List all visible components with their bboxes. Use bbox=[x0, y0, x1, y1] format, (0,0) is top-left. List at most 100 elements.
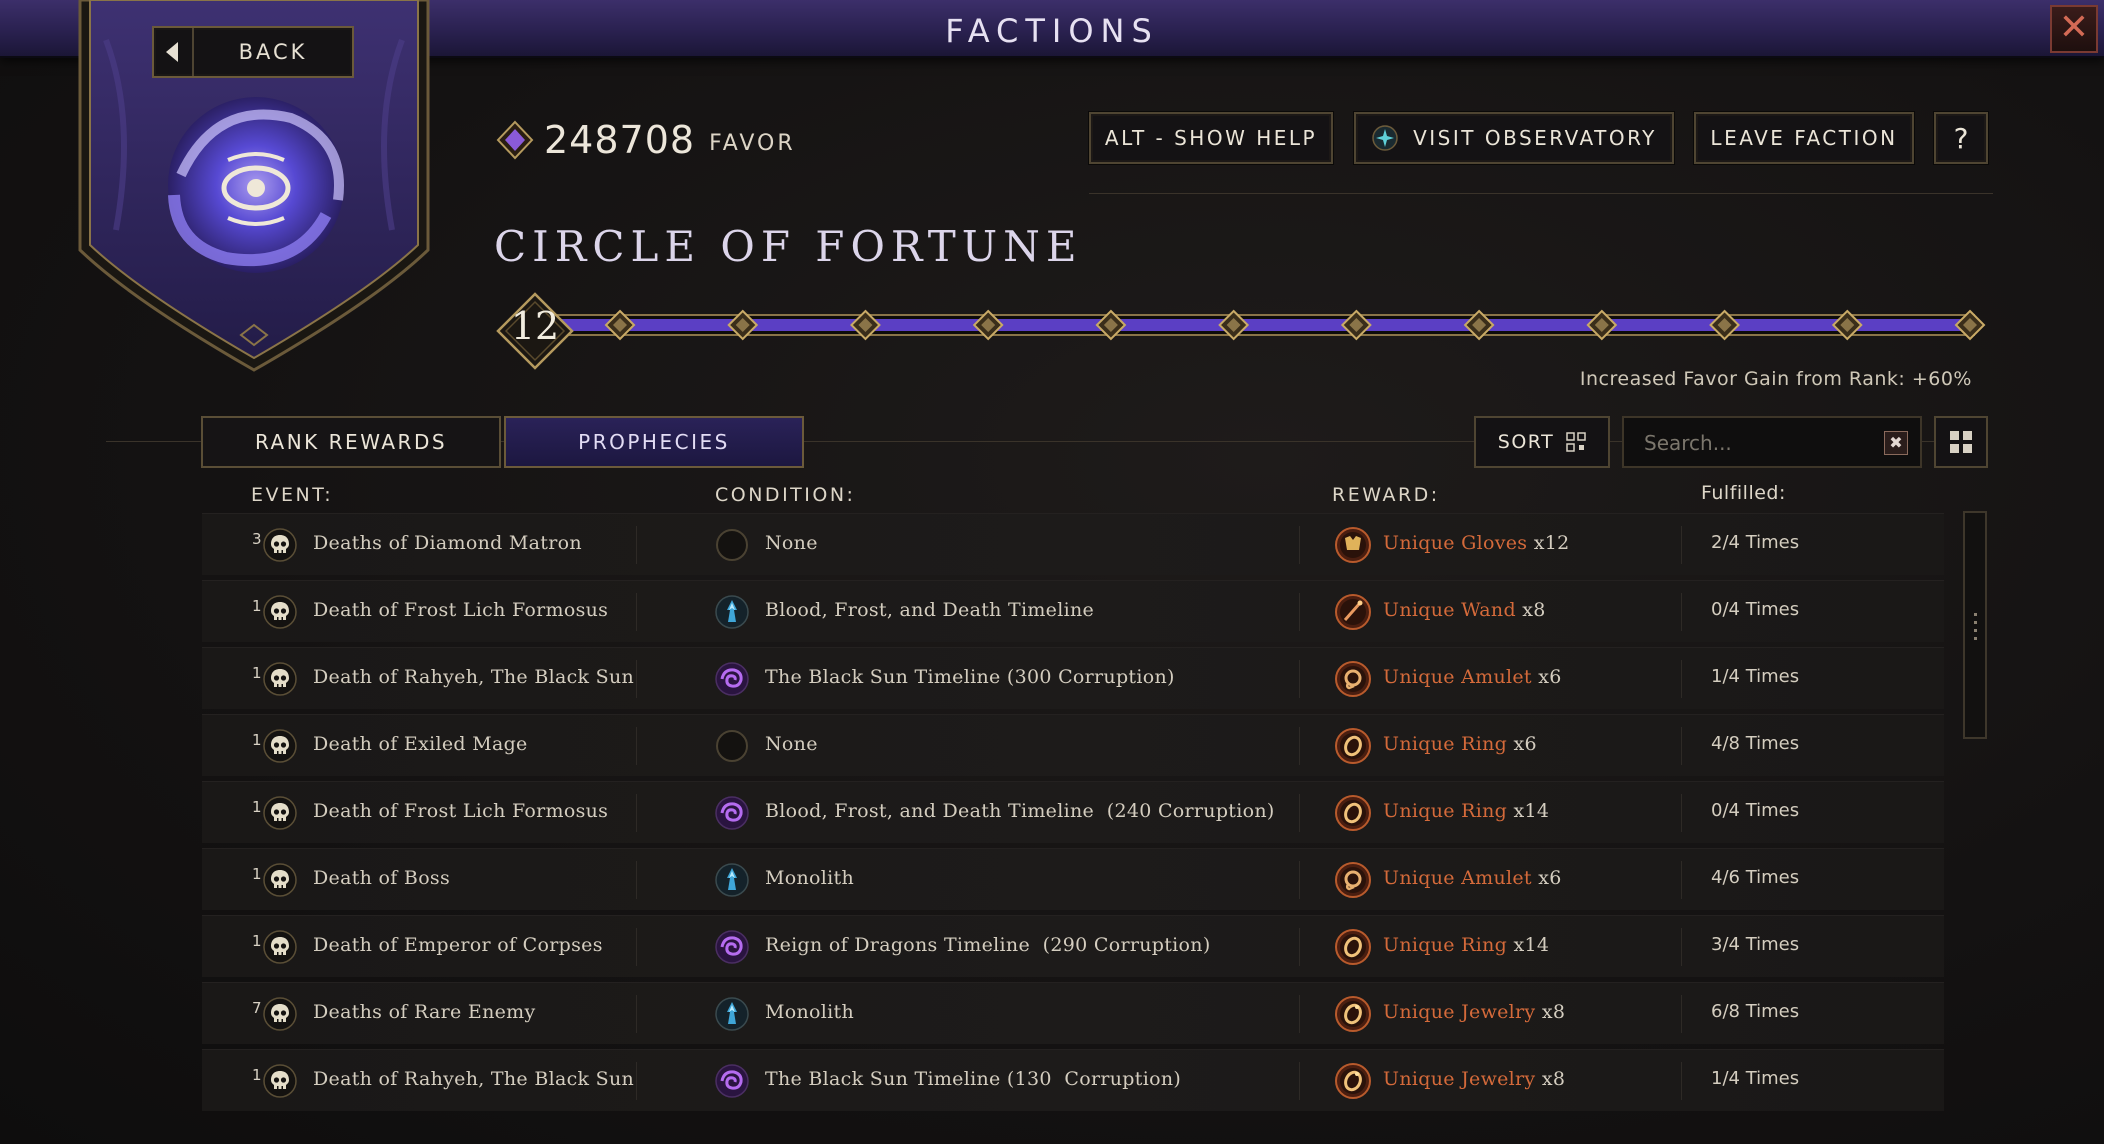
skull-icon bbox=[262, 728, 298, 764]
favor-display: 248708 FAVOR bbox=[494, 118, 796, 162]
reward-item: Unique Ring bbox=[1383, 934, 1508, 956]
row-separator bbox=[1299, 794, 1300, 832]
event-text: Death of Boss bbox=[313, 867, 451, 889]
help-question-button[interactable]: ? bbox=[1934, 112, 1988, 164]
skull-icon bbox=[262, 996, 298, 1032]
reward-text: Unique Jewelry x8 bbox=[1383, 1068, 1565, 1090]
event-count: 1 bbox=[252, 1066, 262, 1084]
condition-text: Monolith bbox=[765, 1001, 854, 1023]
fulfilled-count: 1/4 Times bbox=[1711, 666, 1800, 687]
reward-item: Unique Ring bbox=[1383, 800, 1508, 822]
event-count: 1 bbox=[252, 664, 262, 682]
prophecy-row[interactable]: 1 Death of Exiled Mage None Unique Ring x6 4… bbox=[202, 714, 1944, 776]
tab-prophecies-label: PROPHECIES bbox=[578, 430, 730, 454]
skull-icon bbox=[262, 527, 298, 563]
event-count: 1 bbox=[252, 798, 262, 816]
clear-search-icon[interactable]: ✖ bbox=[1884, 431, 1908, 455]
skull-icon bbox=[262, 929, 298, 965]
skull-icon bbox=[262, 661, 298, 697]
visit-observatory-label: VISIT OBSERVATORY bbox=[1413, 126, 1657, 150]
column-fulfilled: Fulfilled: bbox=[1701, 482, 1786, 504]
reward-multiplier: x12 bbox=[1533, 532, 1570, 554]
row-separator bbox=[636, 861, 637, 899]
observatory-star-icon bbox=[1372, 125, 1398, 151]
monolith-icon bbox=[714, 862, 750, 898]
prophecy-row[interactable]: 1 Death of Frost Lich Formosus Blood, Fros… bbox=[202, 781, 1944, 843]
prophecy-list: 3 Deaths of Diamond Matron None Unique Glov… bbox=[202, 513, 1944, 1116]
reward-item: Unique Jewelry bbox=[1383, 1068, 1536, 1090]
prophecy-row[interactable]: 1 Death of Emperor of Corpses Reign of Dra… bbox=[202, 915, 1944, 977]
event-text: Death of Exiled Mage bbox=[313, 733, 528, 755]
row-separator bbox=[1681, 526, 1682, 564]
reward-text: Unique Ring x14 bbox=[1383, 800, 1549, 822]
row-separator bbox=[636, 593, 637, 631]
faction-name: CIRCLE OF FORTUNE bbox=[494, 222, 1083, 271]
leave-faction-button[interactable]: LEAVE FACTION bbox=[1694, 112, 1914, 164]
row-separator bbox=[1681, 727, 1682, 765]
row-separator bbox=[1681, 861, 1682, 899]
row-separator bbox=[636, 928, 637, 966]
reward-multiplier: x6 bbox=[1513, 733, 1537, 755]
row-separator bbox=[636, 526, 637, 564]
reward-item: Unique Gloves bbox=[1383, 532, 1528, 554]
reward-text: Unique Jewelry x8 bbox=[1383, 1001, 1565, 1023]
visit-observatory-button[interactable]: VISIT OBSERVATORY bbox=[1354, 112, 1674, 164]
event-text: Death of Emperor of Corpses bbox=[313, 934, 603, 956]
close-button[interactable]: ✕ bbox=[2050, 5, 2098, 53]
circle-of-fortune-emblem-icon bbox=[168, 97, 344, 273]
gloves-icon bbox=[1334, 526, 1372, 564]
corruption-icon bbox=[714, 795, 750, 831]
fulfilled-count: 6/8 Times bbox=[1711, 1001, 1800, 1022]
grid-view-button[interactable] bbox=[1934, 416, 1988, 468]
none-icon bbox=[714, 728, 750, 764]
show-help-button[interactable]: ALT - SHOW HELP bbox=[1089, 112, 1333, 164]
fulfilled-count: 0/4 Times bbox=[1711, 599, 1800, 620]
condition-text: Blood, Frost, and Death Timeline bbox=[765, 599, 1095, 621]
back-button[interactable]: BACK bbox=[152, 26, 354, 78]
corruption-icon bbox=[714, 1063, 750, 1099]
prophecy-row[interactable]: 1 Death of Boss Monolith Unique Amulet x6 4/… bbox=[202, 848, 1944, 910]
show-help-label: ALT - SHOW HELP bbox=[1104, 126, 1318, 150]
header-divider bbox=[1089, 193, 1993, 194]
prophecy-row[interactable]: 7 Deaths of Rare Enemy Monolith Unique Jewe… bbox=[202, 982, 1944, 1044]
column-reward: REWARD: bbox=[1332, 484, 1440, 506]
row-separator bbox=[1681, 660, 1682, 698]
reward-item: Unique Ring bbox=[1383, 733, 1508, 755]
reward-text: Unique Amulet x6 bbox=[1383, 867, 1562, 889]
tab-rank-rewards[interactable]: RANK REWARDS bbox=[201, 416, 501, 468]
event-count: 1 bbox=[252, 597, 262, 615]
search-input[interactable] bbox=[1644, 428, 1864, 458]
jewelry-icon bbox=[1334, 995, 1372, 1033]
event-text: Death of Frost Lich Formosus bbox=[313, 599, 609, 621]
row-separator bbox=[1299, 727, 1300, 765]
row-separator bbox=[636, 660, 637, 698]
reward-multiplier: x8 bbox=[1522, 599, 1546, 621]
fulfilled-count: 2/4 Times bbox=[1711, 532, 1800, 553]
column-event: EVENT: bbox=[251, 484, 334, 506]
skull-icon bbox=[262, 594, 298, 630]
ring-icon bbox=[1334, 727, 1372, 765]
reward-multiplier: x14 bbox=[1513, 800, 1550, 822]
row-separator bbox=[1681, 1062, 1682, 1100]
row-separator bbox=[1681, 995, 1682, 1033]
prophecy-row[interactable]: 1 Death of Frost Lich Formosus Blood, Fros… bbox=[202, 580, 1944, 642]
rank-progress-track: 12 bbox=[494, 286, 1988, 370]
condition-text: Reign of Dragons Timeline (290 Corruptio… bbox=[765, 934, 1211, 956]
event-count: 1 bbox=[252, 865, 262, 883]
scrollbar-grip[interactable] bbox=[1974, 613, 1977, 641]
reward-multiplier: x6 bbox=[1538, 867, 1562, 889]
row-separator bbox=[1681, 794, 1682, 832]
back-arrow-icon bbox=[154, 28, 194, 76]
prophecy-row[interactable]: 1 Death of Rahyeh, The Black Sun The Black… bbox=[202, 1049, 1944, 1111]
tab-prophecies[interactable]: PROPHECIES bbox=[504, 416, 804, 468]
sort-grid-icon bbox=[1566, 432, 1586, 452]
corruption-icon bbox=[714, 929, 750, 965]
prophecy-row[interactable]: 3 Deaths of Diamond Matron None Unique Glov… bbox=[202, 513, 1944, 575]
scrollbar[interactable] bbox=[1963, 511, 1987, 739]
help-question-icon: ? bbox=[1953, 121, 1969, 155]
sort-button[interactable]: SORT bbox=[1474, 416, 1610, 468]
row-separator bbox=[1299, 1062, 1300, 1100]
prophecy-row[interactable]: 1 Death of Rahyeh, The Black Sun The Black… bbox=[202, 647, 1944, 709]
event-text: Deaths of Diamond Matron bbox=[313, 532, 582, 554]
condition-text: Monolith bbox=[765, 867, 854, 889]
